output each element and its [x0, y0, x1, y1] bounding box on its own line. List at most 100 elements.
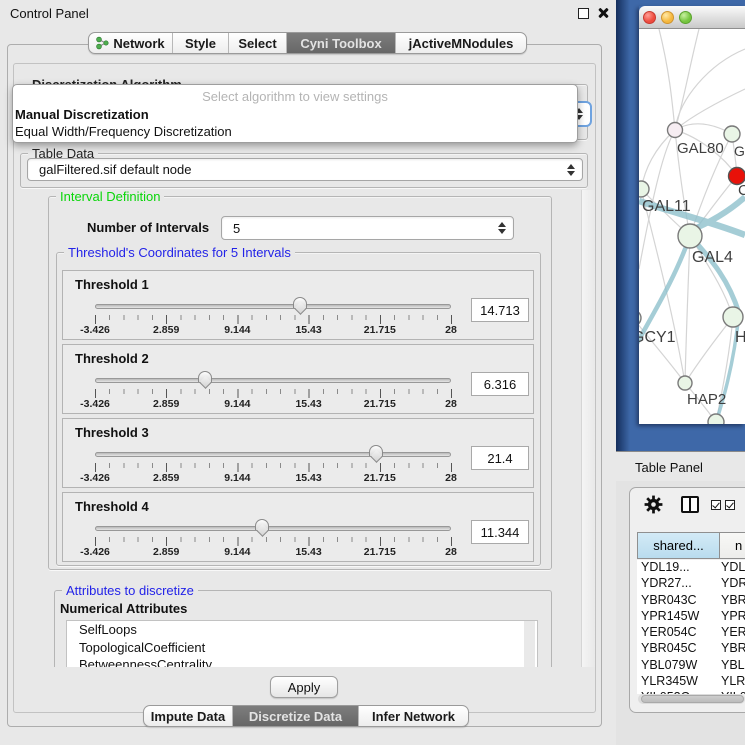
column-header-shared-name[interactable]: shared...	[637, 532, 720, 559]
tick-label: 15.43	[295, 398, 321, 410]
checkbox-column-icon[interactable]	[711, 500, 721, 510]
slider-thumb[interactable]	[369, 445, 383, 463]
table-hscrollbar-thumb[interactable]	[641, 695, 744, 703]
node-h[interactable]	[723, 307, 743, 327]
tick-label: 9.144	[224, 546, 250, 558]
threshold-value-field[interactable]	[471, 298, 529, 322]
main-scrollbar-track[interactable]	[581, 190, 595, 667]
table-header-row: shared... n	[637, 532, 745, 559]
tick-label: 28	[445, 546, 457, 558]
threshold-label: Threshold 4	[75, 499, 149, 514]
table-body[interactable]: YDL19... YDL1 YDR27... YDR2 YBR043C YBR0…	[637, 560, 745, 694]
tab-discretize-data-label: Discretize Data	[249, 709, 342, 724]
network-canvas[interactable]: GAL80 GA C GAL11 GAL4 GCY1 H HAP2	[639, 29, 745, 424]
table-cell-shared-name: YBR043C	[637, 593, 721, 609]
gear-icon[interactable]	[643, 494, 664, 515]
tick-label: -3.426	[80, 546, 110, 558]
close-icon[interactable]	[597, 7, 609, 19]
tab-discretize-data[interactable]: Discretize Data	[233, 706, 359, 726]
attributes-scrollbar-track[interactable]	[524, 621, 535, 667]
numerical-attributes-list[interactable]: SelfLoopsTopologicalCoefficientBetweenne…	[66, 620, 538, 667]
slider-thumb[interactable]	[198, 371, 212, 389]
table-row[interactable]: YDR27... YDR2	[637, 576, 745, 592]
table-row[interactable]: YER054C YER0	[637, 625, 745, 641]
combo-stepper-icon	[567, 164, 575, 176]
node-hap2[interactable]	[678, 376, 692, 390]
tab-infer-network-label: Infer Network	[372, 709, 455, 724]
node-gal3[interactable]	[724, 126, 740, 142]
table-cell-shared-name: YLR345W	[637, 674, 721, 690]
tab-network[interactable]: Network	[89, 33, 173, 53]
node-label: GAL11	[642, 198, 691, 215]
table-row[interactable]: YDL19... YDL1	[637, 560, 745, 576]
attribute-list-item[interactable]: TopologicalCoefficient	[67, 639, 537, 657]
column-header-name[interactable]: n	[720, 532, 745, 559]
table-cell-name: YBR0	[721, 593, 745, 609]
node-gcy1[interactable]	[639, 310, 641, 326]
node-gal4[interactable]	[678, 224, 702, 248]
threshold-value-field[interactable]	[471, 520, 529, 544]
tab-cyni-toolbox-label: Cyni Toolbox	[300, 36, 381, 51]
popup-item-equal-width-frequency[interactable]: Equal Width/Frequency Discretization	[13, 124, 577, 141]
node-gal11[interactable]	[639, 181, 649, 197]
node-gal80[interactable]	[668, 123, 683, 138]
number-of-intervals-label: Number of Intervals	[87, 220, 209, 235]
tab-jactivemnodules[interactable]: jActiveMNodules	[396, 33, 526, 53]
split-columns-icon[interactable]	[681, 496, 699, 513]
tab-impute-data[interactable]: Impute Data	[144, 706, 233, 726]
float-window-icon[interactable]	[578, 8, 589, 19]
tick-label: 21.715	[364, 546, 396, 558]
node-label: HAP2	[687, 391, 726, 408]
slider-track[interactable]	[95, 304, 451, 309]
tick-label: 28	[445, 472, 457, 484]
node-label: GAL4	[692, 249, 733, 266]
apply-button[interactable]: Apply	[270, 676, 338, 698]
slider-thumb[interactable]	[293, 297, 307, 315]
table-cell-name: YDL1	[721, 560, 745, 576]
table-cell-name: YBL0	[721, 658, 745, 674]
slider-ticks-major	[95, 389, 452, 398]
number-of-intervals-combo[interactable]: 5	[221, 216, 514, 240]
table-cell-name: YPR1	[721, 609, 745, 625]
attribute-list-item[interactable]: BetweennessCentrality	[67, 656, 537, 667]
network-view-window[interactable]: GAL80 GA C GAL11 GAL4 GCY1 H HAP2	[639, 6, 745, 424]
close-traffic-light-icon[interactable]	[643, 11, 656, 24]
node-bottom[interactable]	[708, 414, 724, 424]
slider-track[interactable]	[95, 526, 451, 531]
tick-label: 15.43	[295, 472, 321, 484]
table-row[interactable]: YBL079W YBL0	[637, 658, 745, 674]
popup-hint-item[interactable]: Select algorithm to view settings	[13, 89, 577, 107]
tick-label: 9.144	[224, 398, 250, 410]
tab-style[interactable]: Style	[173, 33, 229, 53]
number-of-intervals-value: 5	[222, 221, 240, 236]
slider-track[interactable]	[95, 452, 451, 457]
tab-cyni-toolbox[interactable]: Cyni Toolbox	[287, 33, 396, 53]
threshold-value-field[interactable]	[471, 372, 529, 396]
network-window-titlebar[interactable]	[639, 6, 745, 29]
table-row[interactable]: YPR145W YPR1	[637, 609, 745, 625]
checkbox-column-icon[interactable]	[725, 500, 735, 510]
popup-item-manual-discretization[interactable]: Manual Discretization	[13, 107, 577, 124]
table-panel-title: Table Panel	[635, 460, 703, 475]
node-label: GA	[734, 143, 745, 159]
table-row[interactable]: YBR045C YBR0	[637, 641, 745, 657]
minimize-traffic-light-icon[interactable]	[661, 11, 674, 24]
slider-track[interactable]	[95, 378, 451, 383]
table-cell-name: YBR0	[721, 641, 745, 657]
slider-tick-labels: -3.4262.8599.14415.4321.71528	[63, 546, 533, 558]
table-row[interactable]: YLR345W YLR3	[637, 674, 745, 690]
table-data-combo-value: galFiltered.sif default node	[28, 162, 191, 177]
threshold-label: Threshold 1	[75, 277, 149, 292]
attribute-list-item[interactable]: SelfLoops	[67, 621, 537, 639]
tab-select-label: Select	[238, 36, 276, 51]
table-cell-name: YDR2	[721, 576, 745, 592]
table-row[interactable]: YBR043C YBR0	[637, 593, 745, 609]
network-graph: GAL80 GA C GAL11 GAL4 GCY1 H HAP2	[639, 29, 745, 424]
tab-select[interactable]: Select	[229, 33, 287, 53]
bottom-tab-strip: Impute Data Discretize Data Infer Networ…	[143, 705, 469, 727]
zoom-traffic-light-icon[interactable]	[679, 11, 692, 24]
tab-infer-network[interactable]: Infer Network	[359, 706, 468, 726]
table-data-combo[interactable]: galFiltered.sif default node	[27, 158, 583, 181]
slider-thumb[interactable]	[255, 519, 269, 537]
threshold-value-field[interactable]	[471, 446, 529, 470]
